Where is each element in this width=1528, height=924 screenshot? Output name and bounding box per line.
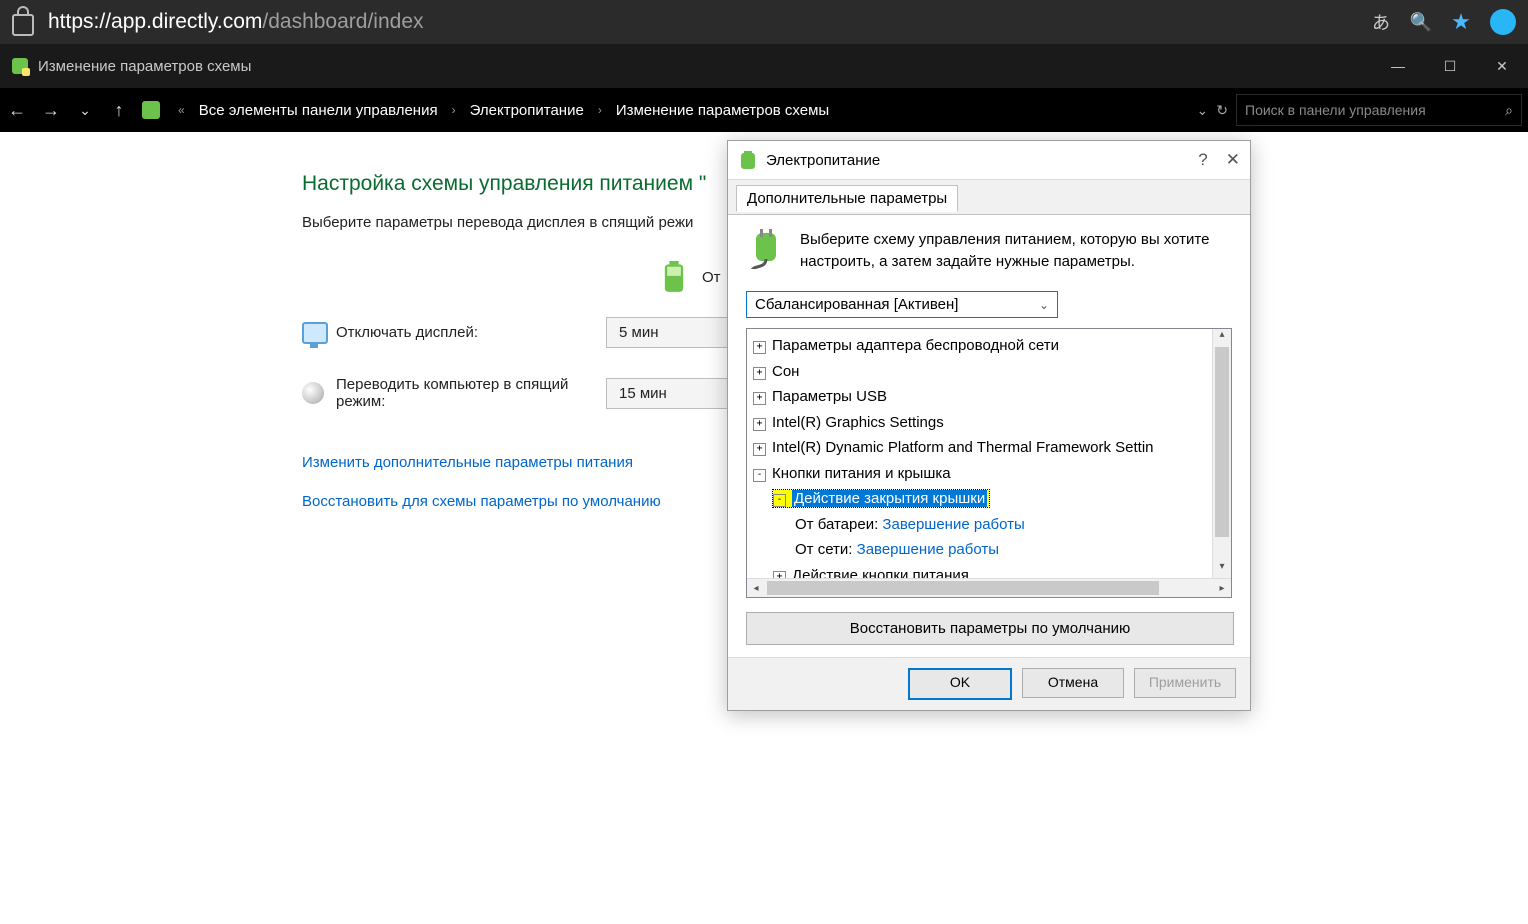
tree-node[interactable]: Intel(R) Dynamic Platform and Thermal Fr… bbox=[772, 439, 1154, 456]
scroll-thumb[interactable] bbox=[1215, 347, 1229, 537]
search-icon: ⌕ bbox=[1505, 102, 1513, 119]
tree-leaf-label: От батареи: bbox=[795, 516, 882, 533]
settings-tree[interactable]: + Параметры адаптера беспроводной сети + С… bbox=[746, 328, 1232, 598]
browser-address-bar: https://app.directly.com/dashboard/index… bbox=[0, 0, 1528, 44]
scroll-thumb[interactable] bbox=[767, 581, 1159, 595]
power-plug-icon bbox=[746, 229, 786, 273]
cancel-button[interactable]: Отмена bbox=[1022, 668, 1124, 698]
expand-icon[interactable]: + bbox=[753, 443, 766, 456]
dialog-title: Электропитание bbox=[766, 152, 880, 169]
power-plan-selected: Сбалансированная [Активен] bbox=[755, 296, 958, 313]
breadcrumb-level3[interactable]: Изменение параметров схемы bbox=[616, 102, 829, 119]
breadcrumb-root[interactable]: Все элементы панели управления bbox=[199, 102, 438, 119]
tree-leaf-label: От сети: bbox=[795, 541, 857, 558]
tree-leaf-value[interactable]: Завершение работы bbox=[882, 516, 1024, 533]
favorite-star-icon[interactable]: ★ bbox=[1450, 11, 1472, 33]
expand-icon[interactable]: + bbox=[753, 367, 766, 380]
dialog-tabstrip: Дополнительные параметры bbox=[728, 179, 1250, 215]
ok-button[interactable]: OK bbox=[908, 668, 1012, 700]
link-advanced-settings[interactable]: Изменить дополнительные параметры питани… bbox=[302, 454, 633, 471]
tree-node[interactable]: Сон bbox=[772, 363, 799, 380]
tree-node[interactable]: Intel(R) Graphics Settings bbox=[772, 414, 944, 431]
moon-icon bbox=[302, 382, 324, 404]
cp-window-title: Изменение параметров схемы bbox=[38, 58, 251, 75]
maximize-button[interactable]: ☐ bbox=[1424, 44, 1476, 88]
dialog-help-icon[interactable]: ? bbox=[1198, 150, 1207, 170]
zoom-icon[interactable]: 🔍 bbox=[1410, 11, 1432, 33]
url-path: /dashboard/index bbox=[262, 10, 423, 33]
power-plan-combo[interactable]: Сбалансированная [Активен] ⌄ bbox=[746, 291, 1058, 318]
tree-node-lid-action[interactable]: Действие закрытия крышки bbox=[792, 490, 987, 507]
dialog-description: Выберите схему управления питанием, кото… bbox=[800, 229, 1232, 273]
display-icon bbox=[302, 322, 324, 344]
row-display-off-label: Отключать дисплей: bbox=[336, 324, 606, 341]
tree-node[interactable]: Кнопки питания и крышка bbox=[772, 465, 951, 482]
scroll-left-icon[interactable]: ◂ bbox=[747, 583, 765, 594]
breadcrumb: « Все элементы панели управления › Элект… bbox=[136, 101, 1236, 119]
nav-history-icon[interactable]: ⌄ bbox=[68, 102, 102, 119]
tree-node[interactable]: Параметры адаптера беспроводной сети bbox=[772, 337, 1059, 354]
highlight: -Действие закрытия крышки bbox=[773, 490, 989, 507]
cp-window-titlebar: Изменение параметров схемы — ☐ ✕ bbox=[0, 44, 1528, 88]
breadcrumb-dropdown-icon[interactable]: ⌄ bbox=[1197, 102, 1209, 119]
expand-icon[interactable]: + bbox=[753, 392, 766, 405]
horizontal-scrollbar[interactable]: ◂ ▸ bbox=[747, 578, 1231, 597]
vertical-scrollbar[interactable]: ▴ ▾ bbox=[1212, 329, 1231, 579]
cp-nav-row: ← → ⌄ ↑ « Все элементы панели управления… bbox=[0, 88, 1528, 132]
dialog-close-icon[interactable]: ✕ bbox=[1226, 150, 1240, 170]
collapse-icon[interactable]: - bbox=[753, 469, 766, 482]
nav-forward-icon[interactable]: → bbox=[34, 100, 68, 121]
url[interactable]: https://app.directly.com/dashboard/index bbox=[48, 10, 424, 34]
translate-icon[interactable]: あ bbox=[1370, 11, 1392, 33]
cp-search-placeholder: Поиск в панели управления bbox=[1245, 102, 1426, 118]
scroll-up-icon[interactable]: ▴ bbox=[1213, 329, 1231, 347]
expand-icon[interactable]: + bbox=[753, 418, 766, 431]
power-plan-icon bbox=[12, 58, 28, 74]
scroll-down-icon[interactable]: ▾ bbox=[1213, 561, 1231, 579]
minimize-button[interactable]: — bbox=[1372, 44, 1424, 88]
profile-avatar[interactable] bbox=[1490, 9, 1516, 35]
close-button[interactable]: ✕ bbox=[1476, 44, 1528, 88]
lock-icon bbox=[12, 14, 34, 36]
refresh-icon[interactable]: ↻ bbox=[1216, 102, 1228, 119]
restore-defaults-button[interactable]: Восстановить параметры по умолчанию bbox=[746, 612, 1234, 645]
dialog-titlebar: Электропитание ? ✕ bbox=[728, 141, 1250, 179]
breadcrumb-chevron-left-icon[interactable]: « bbox=[178, 103, 185, 117]
chevron-right-icon: › bbox=[598, 103, 602, 117]
column-from-label: От bbox=[702, 269, 721, 286]
url-host: https://app.directly.com bbox=[48, 10, 262, 33]
breadcrumb-level2[interactable]: Электропитание bbox=[470, 102, 584, 119]
breadcrumb-icon bbox=[142, 101, 160, 119]
chevron-right-icon: › bbox=[452, 103, 456, 117]
nav-up-icon[interactable]: ↑ bbox=[102, 100, 136, 121]
collapse-icon[interactable]: - bbox=[773, 494, 786, 507]
expand-icon[interactable]: + bbox=[753, 341, 766, 354]
highlight: Изменить дополнительные параметры питани… bbox=[302, 454, 633, 471]
tree-leaf-value[interactable]: Завершение работы bbox=[857, 541, 999, 558]
dialog-footer: OK Отмена Применить bbox=[728, 657, 1250, 710]
tab-advanced[interactable]: Дополнительные параметры bbox=[736, 185, 958, 212]
nav-back-icon[interactable]: ← bbox=[0, 100, 34, 121]
link-restore-defaults[interactable]: Восстановить для схемы параметры по умол… bbox=[302, 493, 661, 510]
power-options-dialog: Электропитание ? ✕ Дополнительные параме… bbox=[727, 140, 1251, 711]
apply-button: Применить bbox=[1134, 668, 1236, 698]
scroll-right-icon[interactable]: ▸ bbox=[1213, 583, 1231, 594]
power-icon bbox=[738, 150, 758, 170]
row-sleep-label: Переводить компьютер в спящий режим: bbox=[336, 376, 606, 410]
cp-search-input[interactable]: Поиск в панели управления ⌕ bbox=[1236, 94, 1522, 126]
battery-icon bbox=[660, 261, 688, 293]
tree-node[interactable]: Параметры USB bbox=[772, 388, 887, 405]
chevron-down-icon: ⌄ bbox=[1039, 298, 1049, 312]
